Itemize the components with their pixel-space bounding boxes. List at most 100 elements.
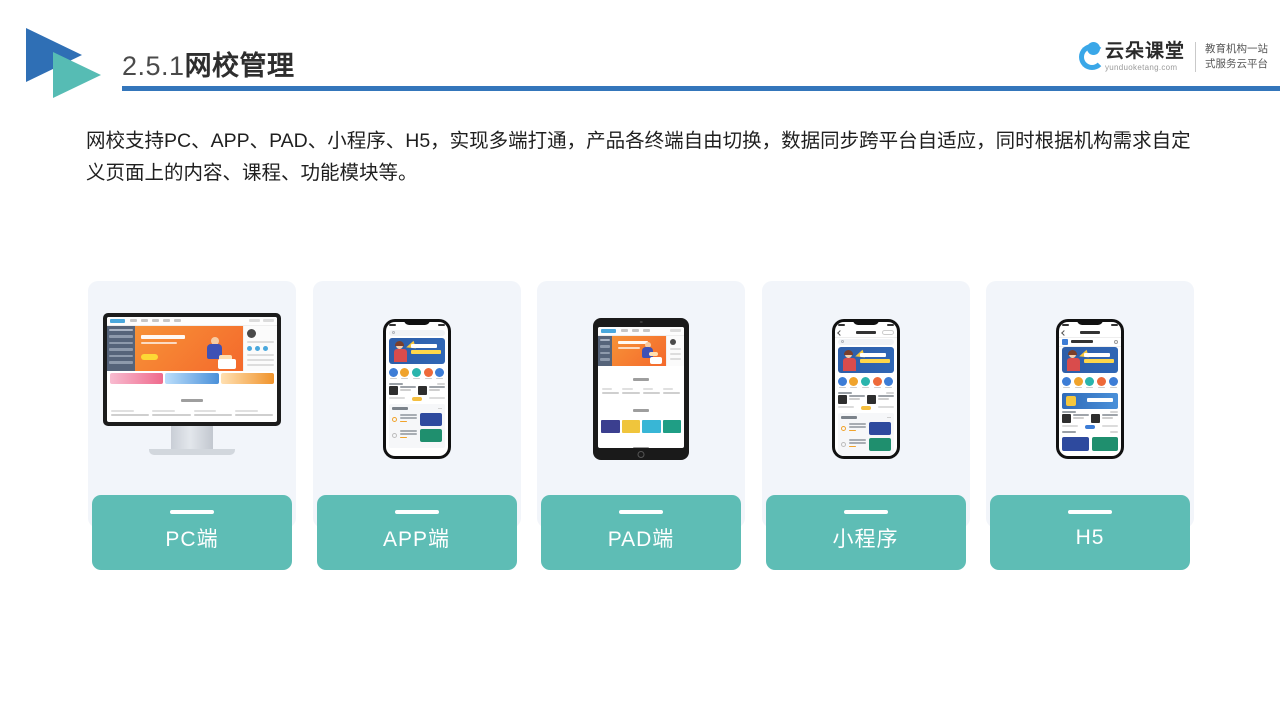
mock-banner-title [1084, 352, 1114, 365]
smartphone-icon [382, 318, 451, 459]
mock-grid-card [601, 419, 620, 433]
platform-label-app[interactable]: APP端 [316, 495, 517, 570]
phone-notch [403, 318, 430, 325]
back-arrow-icon[interactable] [836, 329, 843, 336]
platform-card-pc[interactable]: PC端 [88, 281, 296, 570]
platform-card-pad[interactable]: PAD端 [537, 281, 745, 570]
device-preview-miniprogram [762, 281, 970, 496]
mock-brand-name [1071, 340, 1093, 343]
device-preview-pad [537, 281, 745, 496]
mock-course-item [1091, 414, 1118, 423]
mock-nav-item [163, 319, 170, 322]
brand-text-block: 云朵课堂 yunduoketang.com [1105, 42, 1185, 72]
desktop-monitor-icon [103, 312, 281, 465]
mock-hero-banner [612, 335, 666, 366]
user-avatar-icon[interactable] [1114, 339, 1118, 344]
mock-course-row [1059, 414, 1121, 423]
mock-banner-title [859, 352, 890, 365]
phone-screen-content [1059, 321, 1121, 456]
mock-nav-item [621, 329, 628, 332]
platform-label-pad[interactable]: PAD端 [541, 495, 741, 570]
mock-promo-text [1087, 398, 1113, 402]
mock-section-heading [107, 386, 277, 409]
brand-divider [1195, 42, 1196, 72]
mock-category-item [1085, 376, 1095, 388]
mock-course-item [193, 409, 232, 422]
mock-block-header [391, 407, 442, 410]
platform-label-miniprogram[interactable]: 小程序 [765, 495, 966, 570]
mock-promo-card-row [1059, 434, 1121, 454]
monitor-bezel [103, 312, 281, 426]
mock-category-item [1062, 376, 1072, 388]
mock-banner-title [410, 343, 441, 356]
phone-notch [852, 318, 879, 325]
mock-course-row [386, 386, 448, 395]
platform-label-text: PC端 [165, 527, 219, 551]
label-dash [619, 510, 663, 514]
platform-label-text: H5 [1075, 525, 1105, 549]
mock-banner-illustration [638, 341, 662, 364]
mock-category-item [435, 367, 445, 379]
mock-site-logo [110, 318, 125, 323]
mock-block-header [840, 416, 891, 419]
mock-course-item [602, 387, 620, 396]
brand-tagline-line-1: 教育机构一站 [1205, 42, 1268, 55]
label-dash [843, 510, 888, 514]
mock-banner-text [141, 334, 185, 348]
mock-grid-card [662, 419, 681, 433]
platform-card-app[interactable]: APP端 [312, 281, 521, 570]
mock-page-title [1080, 331, 1100, 334]
mock-promo-row [107, 371, 277, 386]
mock-website-hero [598, 335, 684, 366]
mock-course-list [598, 387, 684, 397]
mock-course-item [388, 386, 416, 395]
mock-text-line [247, 358, 274, 361]
mock-banner-illustration [200, 336, 236, 369]
mock-search-bar[interactable] [388, 329, 445, 336]
device-preview-h5 [986, 281, 1194, 496]
mock-promo-icon [1066, 396, 1076, 406]
mock-text-line [670, 357, 681, 360]
mock-course-list [107, 409, 277, 422]
mock-banner-button [141, 353, 158, 360]
mock-app-banner [388, 337, 445, 364]
brand-tagline: 教育机构一站 式服务云平台 [1205, 42, 1268, 72]
smartphone-miniprogram-icon [831, 318, 900, 459]
mock-course-item [662, 387, 680, 396]
mock-text-line [247, 340, 274, 343]
mock-promo-card [220, 372, 274, 384]
mock-course-row [835, 395, 897, 404]
back-arrow-icon[interactable] [1061, 329, 1067, 336]
mock-browser-address-bar[interactable] [1059, 329, 1121, 338]
mock-search-bar[interactable] [837, 338, 894, 345]
mock-category-item [1108, 376, 1118, 388]
mock-recommend-block [388, 404, 445, 448]
platform-label-text: 小程序 [832, 527, 899, 551]
mock-site-logo [601, 328, 616, 333]
mock-list-row [840, 421, 891, 435]
platform-label-h5[interactable]: H5 [990, 495, 1190, 570]
mock-promo-card [1091, 437, 1118, 451]
mock-header-title [855, 331, 876, 334]
mock-user-panel [243, 325, 277, 371]
mock-promo-card [110, 372, 164, 384]
mock-nav-item [130, 319, 137, 322]
mock-recommend-block [837, 413, 894, 456]
mock-nav-actions [667, 329, 681, 332]
mock-website-navbar [598, 326, 684, 336]
mock-category-item [884, 376, 894, 388]
platform-card-h5[interactable]: H5 [986, 281, 1194, 570]
device-preview-pc [88, 281, 296, 496]
mock-course-item [111, 409, 150, 422]
mock-category-item [423, 367, 433, 379]
mock-course-item [837, 395, 865, 404]
mock-text-line [247, 353, 274, 356]
mock-site-brand-bar [1059, 338, 1121, 347]
mock-grid-card [642, 419, 661, 433]
platform-card-miniprogram[interactable]: 小程序 [761, 281, 970, 570]
tablet-home-button[interactable] [637, 450, 645, 458]
mock-capsule-menu[interactable] [881, 330, 894, 335]
platform-label-pc[interactable]: PC端 [92, 495, 292, 570]
mock-website-navbar [107, 316, 277, 326]
mock-category-item [872, 376, 882, 388]
